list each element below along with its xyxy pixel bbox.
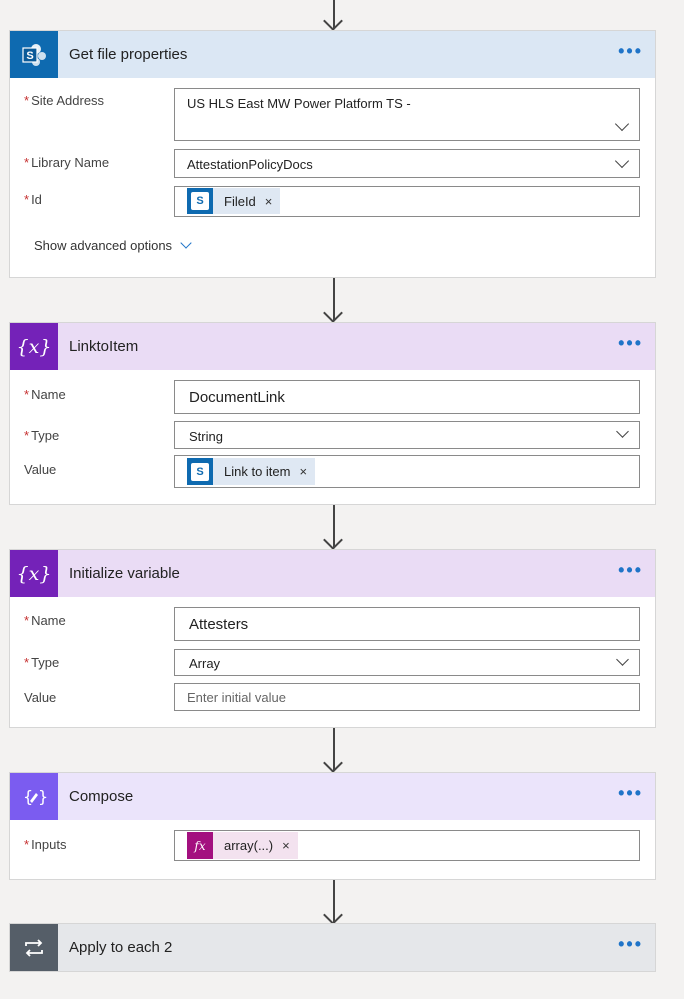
initial-value-placeholder: Enter initial value (187, 690, 286, 705)
flow-arrow (323, 0, 345, 31)
name-input[interactable]: DocumentLink (174, 380, 640, 414)
card-title: LinktoItem (69, 338, 139, 355)
initial-value-input[interactable]: Enter initial value (174, 683, 640, 711)
chevron-down-icon[interactable] (616, 425, 629, 438)
name-value: Attesters (189, 616, 249, 633)
type-label: * Type (24, 428, 60, 443)
remove-token-icon[interactable]: × (282, 838, 290, 853)
library-name-dropdown[interactable]: AttestationPolicyDocs (174, 149, 640, 178)
flow-arrow (323, 728, 345, 773)
chevron-down-icon[interactable] (616, 653, 629, 666)
show-advanced-options-link[interactable]: Show advanced options (34, 237, 192, 253)
more-options-icon[interactable]: ••• (618, 784, 643, 802)
card-header[interactable]: { } Compose ••• (10, 773, 655, 820)
card-title: Get file properties (69, 46, 188, 63)
chevron-down-icon[interactable] (614, 153, 630, 169)
array-expression-token[interactable]: fx array(...) × (187, 832, 298, 859)
library-name-value: AttestationPolicyDocs (187, 157, 313, 172)
remove-token-icon[interactable]: × (299, 464, 307, 479)
id-field[interactable]: S FileId × (174, 186, 640, 217)
sharepoint-icon: S (187, 458, 213, 485)
compose-card: { } Compose ••• *Inputs fx array(...) × (9, 772, 656, 880)
initialize-variable-card: {x} Initialize variable ••• * Name Attest… (9, 549, 656, 728)
get-file-properties-card: S Get file properties ••• * Site Address … (9, 30, 656, 278)
flow-arrow (323, 278, 345, 323)
flow-arrow (323, 880, 345, 925)
chevron-down-icon[interactable] (614, 116, 630, 132)
site-address-dropdown[interactable]: US HLS East MW Power Platform TS - (174, 88, 640, 141)
library-name-label: * Library Name (24, 155, 110, 170)
name-label: * Name (24, 613, 66, 628)
sharepoint-icon: S (10, 31, 58, 78)
card-title: Apply to each 2 (69, 939, 173, 956)
function-icon: fx (187, 832, 213, 859)
link-to-item-token[interactable]: S Link to item × (187, 458, 316, 485)
svg-text:S: S (26, 50, 33, 62)
apply-to-each-card[interactable]: Apply to each 2 ••• (9, 923, 656, 972)
card-title: Compose (69, 788, 134, 805)
compose-icon: { } (10, 773, 58, 820)
more-options-icon[interactable]: ••• (618, 334, 643, 352)
more-options-icon[interactable]: ••• (618, 935, 643, 953)
inputs-label: * Inputs (24, 837, 67, 852)
name-input[interactable]: Attesters (174, 607, 640, 641)
card-header[interactable]: S Get file properties ••• (10, 31, 655, 78)
card-header[interactable]: {x} Initialize variable ••• (10, 550, 655, 597)
card-header[interactable]: Apply to each 2 ••• (10, 924, 655, 971)
svg-text:}: } (38, 787, 47, 806)
site-address-label: * Site Address (24, 93, 105, 108)
value-field[interactable]: S Link to item × (174, 455, 640, 488)
type-value: Array (189, 656, 221, 671)
chevron-down-icon (180, 237, 192, 249)
inputs-field[interactable]: fx array(...) × (174, 830, 640, 861)
type-label: * Type (24, 655, 60, 670)
flow-arrow (323, 505, 345, 550)
variable-icon: {x} (10, 550, 58, 597)
type-value: String (189, 429, 223, 444)
loop-icon (10, 924, 58, 971)
value-label: Value (24, 690, 57, 705)
card-header[interactable]: {x} LinktoItem ••• (10, 323, 655, 370)
name-label: * Name (24, 387, 66, 402)
sharepoint-icon: S (187, 188, 213, 214)
more-options-icon[interactable]: ••• (618, 42, 643, 60)
variable-icon: {x} (10, 323, 58, 370)
name-value: DocumentLink (189, 389, 285, 406)
fileid-token[interactable]: S FileId × (187, 188, 281, 214)
link-to-item-card: {x} LinktoItem ••• * Name DocumentLink * T… (9, 322, 656, 505)
type-dropdown[interactable]: Array (174, 649, 640, 676)
svg-text:{: { (23, 787, 33, 806)
remove-token-icon[interactable]: × (265, 194, 273, 209)
value-label: Value (24, 462, 57, 477)
site-address-value: US HLS East MW Power Platform TS - (187, 96, 411, 111)
more-options-icon[interactable]: ••• (618, 561, 643, 579)
id-label: * Id (24, 192, 42, 207)
type-dropdown[interactable]: String (174, 421, 640, 449)
card-title: Initialize variable (69, 565, 180, 582)
